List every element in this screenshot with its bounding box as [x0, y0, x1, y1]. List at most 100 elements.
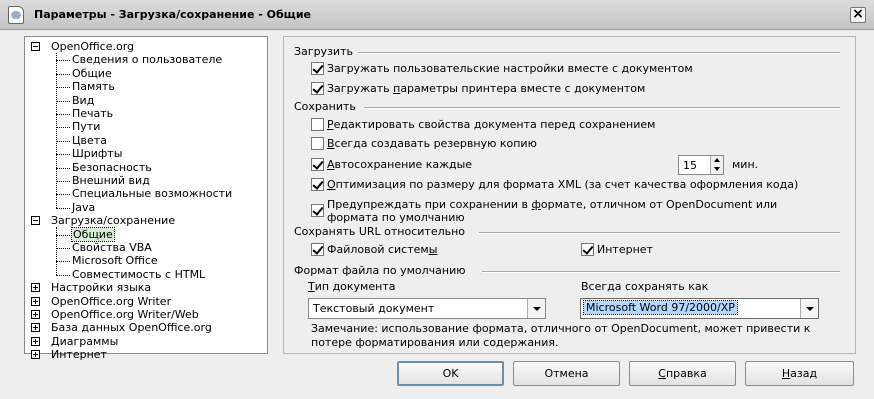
tree-leaf-label: Microsoft Office — [72, 254, 158, 268]
tree-leaf[interactable]: Специальные возможности — [72, 187, 232, 200]
tree-leaf[interactable]: Вид — [72, 94, 94, 107]
filesystem-checkbox[interactable] — [311, 243, 324, 256]
internet-label: Интернет — [597, 243, 653, 256]
doc-type-dropdown[interactable]: Текстовый документ — [308, 298, 546, 319]
tree-leaf[interactable]: Совместимость с HTML — [72, 268, 205, 281]
tree-leaf[interactable]: Java — [72, 201, 95, 214]
warn-format-label-line2: формата по умолчанию — [327, 211, 465, 224]
options-tree[interactable]: OpenOffice.org Сведения о пользователе Общ… — [24, 36, 268, 361]
tree-leaf-label: Память — [72, 80, 115, 94]
collapse-icon[interactable] — [31, 216, 40, 226]
tree-node[interactable]: OpenOffice.org Writer/Web — [51, 308, 199, 321]
autosave-minutes-spinner[interactable]: 15 — [678, 155, 724, 175]
autosave-checkbox[interactable] — [311, 158, 324, 171]
expand-icon[interactable] — [31, 283, 40, 293]
autosave-label: Автосохранение каждые — [327, 158, 473, 171]
tree-connector — [56, 194, 70, 196]
relative-urls-separator — [479, 232, 840, 234]
collapse-icon[interactable] — [31, 42, 40, 51]
tree-leaf-label: Шрифты — [72, 147, 123, 161]
window-title: Параметры - Загрузка/сохранение - Общие — [34, 8, 312, 21]
tree-connector — [56, 154, 70, 156]
tree-node[interactable]: OpenOffice.org — [51, 40, 134, 53]
tree-leaf[interactable]: Цвета — [72, 134, 107, 147]
doc-type-value: Текстовый документ — [313, 302, 435, 315]
tree-leaf[interactable]: Пути — [72, 120, 100, 133]
tree-leaf-label: Свойства VBA — [72, 241, 152, 254]
tree-leaf[interactable]: Память — [72, 80, 115, 93]
tree-connector — [56, 248, 70, 249]
tree-leaf[interactable]: Внешний вид — [72, 174, 150, 187]
tree-connector — [56, 100, 70, 102]
tree-leaf[interactable]: Общие — [71, 226, 115, 242]
tree-leaf-label: Общие — [72, 66, 112, 80]
expand-icon[interactable] — [31, 323, 40, 333]
tree-leaf-label: Сведения о пользователе — [72, 53, 223, 67]
spinner-buttons[interactable] — [710, 156, 723, 174]
default-format-heading: Формат файла по умолчанию — [294, 264, 466, 277]
tree-leaf-label: Вид — [72, 93, 95, 107]
tree-leaf-label: Общие — [71, 226, 115, 242]
tree-node[interactable]: OpenOffice.org Writer — [51, 295, 171, 308]
tree-leaf-label: Безопасность — [72, 160, 152, 174]
ok-button[interactable]: OK — [397, 361, 504, 386]
tree-leaf-label: Совместимость с HTML — [72, 267, 206, 281]
tree-connector — [56, 167, 70, 169]
load-user-settings-label: Загружать пользовательские настройки вме… — [327, 62, 693, 75]
tree-connector — [56, 234, 70, 236]
tree-leaf-label: Пути — [72, 120, 101, 134]
tree-node[interactable]: Загрузка/сохранение — [51, 214, 175, 227]
relative-urls-heading: Сохранять URL относительно — [294, 225, 466, 238]
warn-format-checkbox[interactable] — [311, 204, 324, 217]
tree-connector — [56, 114, 70, 115]
tree-node[interactable]: База данных OpenOffice.org — [51, 321, 212, 334]
help-button[interactable]: Справка — [629, 361, 736, 386]
doc-type-label: Тип документа — [308, 280, 396, 293]
always-save-dropdown[interactable]: Microsoft Word 97/2000/XP — [580, 298, 819, 319]
close-button[interactable]: × — [850, 7, 866, 23]
tree-connector — [56, 73, 70, 75]
tree-connector — [56, 140, 70, 142]
tree-connector — [56, 127, 70, 129]
expand-icon[interactable] — [31, 310, 40, 319]
tree-leaf[interactable]: Общие — [72, 67, 112, 80]
spin-up-icon[interactable] — [714, 158, 720, 162]
xml-optimization-label: Оптимизация по размеру для формата XML (… — [327, 178, 799, 191]
expand-icon[interactable] — [31, 336, 40, 346]
xml-optimization-checkbox[interactable] — [311, 178, 324, 191]
chevron-down-icon[interactable] — [527, 299, 545, 318]
tree-leaf-label: Цвета — [72, 133, 107, 147]
tree-node[interactable]: Интернет — [51, 348, 107, 361]
tree-leaf-label: Специальные возможности — [72, 187, 233, 201]
tree-node[interactable]: Диаграммы — [51, 335, 118, 348]
back-button[interactable]: Назад — [745, 361, 854, 386]
backup-label: Всегда создавать резервную копию — [327, 137, 537, 150]
tree-connector — [56, 207, 70, 209]
load-user-settings-checkbox[interactable] — [311, 62, 324, 75]
load-printer-settings-checkbox[interactable] — [311, 82, 324, 95]
internet-checkbox[interactable] — [581, 243, 594, 256]
autosave-minutes-value: 15 — [683, 159, 697, 172]
edit-properties-checkbox[interactable] — [311, 118, 324, 131]
backup-checkbox[interactable] — [311, 137, 324, 150]
tree-leaf[interactable]: Безопасность — [72, 161, 152, 174]
chevron-down-icon[interactable] — [800, 299, 818, 318]
tree-leaf[interactable]: Шрифты — [72, 147, 122, 160]
expand-icon[interactable] — [31, 296, 40, 306]
tree-connector — [56, 227, 57, 276]
tree-leaf[interactable]: Печать — [72, 107, 113, 120]
tree-leaf[interactable]: Microsoft Office — [72, 254, 158, 267]
warn-format-label-line1: Предупреждать при сохранении в формате, … — [327, 198, 778, 211]
cancel-button[interactable]: Отмена — [513, 361, 620, 386]
save-separator — [364, 107, 840, 109]
note-line2: потере форматирования или содержания. — [311, 336, 559, 349]
tree-leaf[interactable]: Свойства VBA — [72, 241, 152, 254]
edit-properties-label: Редактировать свойства документа перед с… — [327, 118, 656, 131]
tree-node[interactable]: Настройки языка — [51, 281, 151, 294]
expand-icon[interactable] — [31, 350, 40, 360]
tree-connector — [56, 181, 70, 182]
tree-leaf-label: Java — [72, 200, 96, 214]
tree-leaf[interactable]: Сведения о пользователе — [72, 53, 222, 66]
tree-leaf-label: Внешний вид — [72, 174, 150, 187]
spin-down-icon[interactable] — [714, 167, 720, 171]
